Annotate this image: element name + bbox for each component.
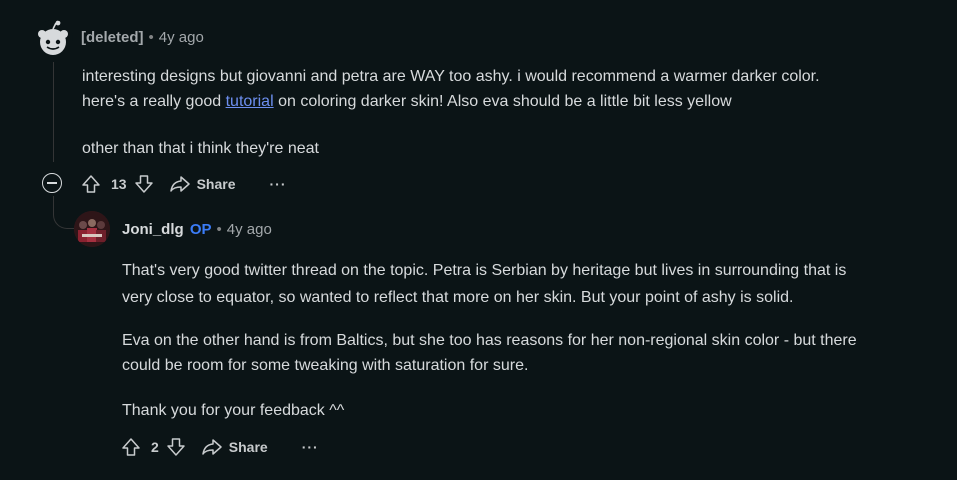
- vote-count: 13: [111, 176, 127, 192]
- more-options-icon[interactable]: ···: [302, 439, 319, 455]
- tutorial-link[interactable]: tutorial: [226, 93, 274, 110]
- author-name[interactable]: [deleted]: [81, 29, 144, 46]
- downvote-icon[interactable]: [133, 173, 155, 195]
- separator-dot: •: [148, 29, 154, 46]
- thread-line: [53, 62, 54, 162]
- more-options-icon[interactable]: ···: [270, 176, 287, 192]
- share-icon: [169, 174, 191, 194]
- comment-body-line: could be room for some tweaking with sat…: [122, 357, 529, 374]
- separator-dot: •: [216, 221, 222, 238]
- upvote-icon[interactable]: [80, 173, 102, 195]
- comment-body-line: other than that i think they're neat: [82, 140, 319, 157]
- reply-connector: [53, 196, 74, 229]
- comment-actions: 2 Share ···: [120, 435, 319, 459]
- comment-body-line: here's a really good tutorial on colorin…: [82, 89, 732, 114]
- vote-count: 2: [151, 439, 159, 455]
- collapse-icon[interactable]: [42, 173, 62, 193]
- share-label: Share: [196, 176, 236, 192]
- timestamp[interactable]: 4y ago: [159, 29, 204, 46]
- share-button[interactable]: Share: [201, 437, 268, 457]
- deleted-user-avatar-icon[interactable]: [33, 20, 73, 56]
- comment-body-line: interesting designs but giovanni and pet…: [82, 68, 820, 85]
- user-avatar[interactable]: [74, 211, 110, 247]
- comment-body-line: very close to equator, so wanted to refl…: [122, 289, 794, 306]
- share-icon: [201, 437, 223, 457]
- op-badge: OP: [189, 221, 212, 238]
- downvote-icon[interactable]: [165, 436, 187, 458]
- share-label: Share: [228, 439, 268, 455]
- timestamp[interactable]: 4y ago: [227, 221, 272, 238]
- comment-actions: 13 Share ···: [80, 172, 287, 196]
- comment-body-line: Thank you for your feedback ^^: [122, 402, 345, 419]
- share-button[interactable]: Share: [169, 174, 236, 194]
- comment-body-line: Eva on the other hand is from Baltics, b…: [122, 332, 857, 349]
- comment-header: Joni_dlg OP • 4y ago: [122, 221, 272, 238]
- comment-header: [deleted] • 4y ago: [81, 29, 204, 46]
- text-segment: on coloring darker skin! Also eva should…: [273, 93, 732, 110]
- comment-body-line: That's very good twitter thread on the t…: [122, 262, 847, 279]
- author-name[interactable]: Joni_dlg: [122, 221, 184, 238]
- text-segment: here's a really good: [82, 93, 226, 110]
- upvote-icon[interactable]: [120, 436, 142, 458]
